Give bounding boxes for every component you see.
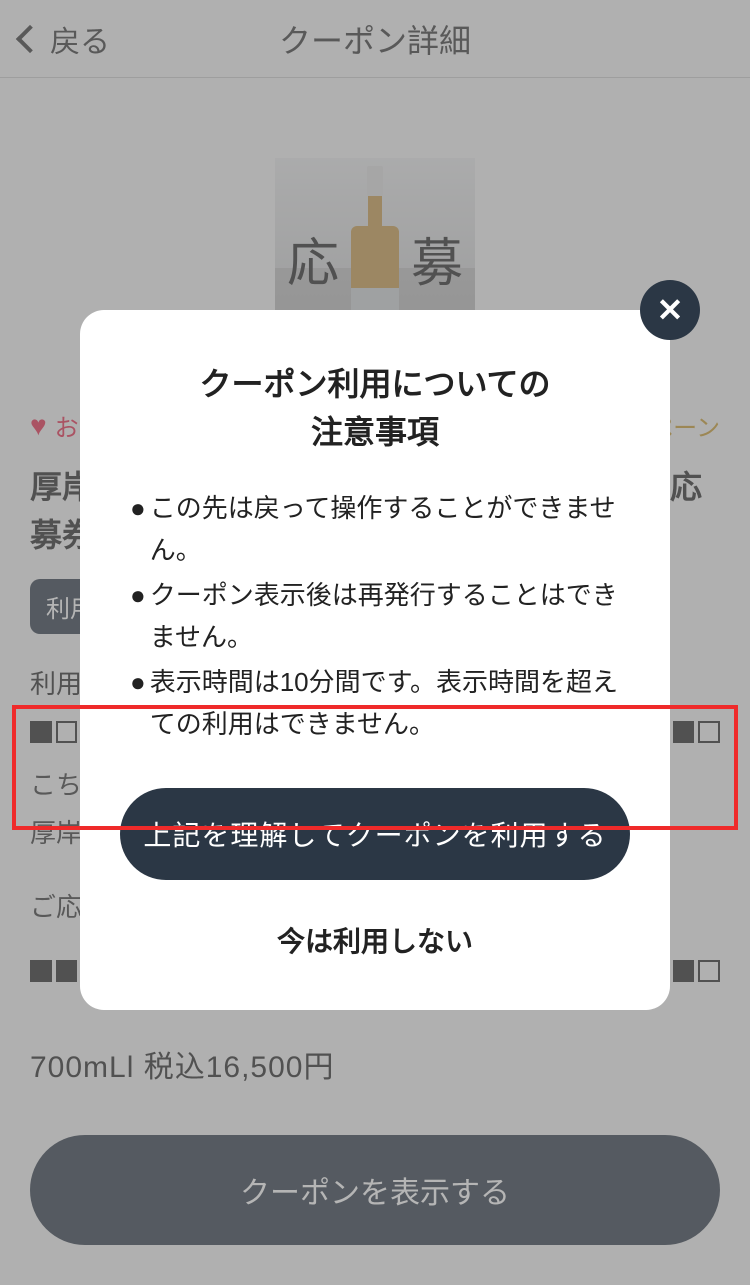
bullet-item: ●クーポン表示後は再発行することはできません。 (130, 573, 620, 660)
modal-title: クーポン利用についての 注意事項 (120, 360, 630, 456)
bullet-item: ●この先は戻って操作することができません。 (130, 486, 620, 573)
close-button[interactable]: ✕ (640, 280, 700, 340)
bullet-item: ●表示時間は10分間です。表示時間を超えての利用はできません。 (130, 660, 620, 747)
modal-bullets: ●この先は戻って操作することができません。 ●クーポン表示後は再発行することはで… (120, 456, 630, 748)
cancel-button[interactable]: 今は利用しない (120, 880, 630, 960)
coupon-notice-modal: ✕ クーポン利用についての 注意事項 ●この先は戻って操作することができません。… (80, 310, 670, 1010)
confirm-button[interactable]: 上記を理解してクーポンを利用する (120, 788, 630, 880)
close-icon: ✕ (657, 291, 684, 329)
